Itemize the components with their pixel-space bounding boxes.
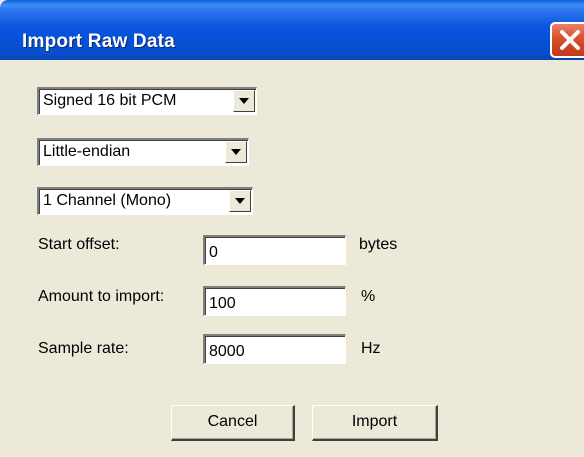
start-offset-input[interactable] [203, 235, 346, 265]
sample-rate-input[interactable] [203, 334, 346, 364]
chevron-down-icon[interactable] [229, 190, 251, 212]
amount-label: Amount to import: [38, 288, 165, 305]
chevron-down-icon[interactable] [233, 90, 255, 112]
encoding-value: Signed 16 bit PCM [43, 92, 177, 109]
close-button[interactable] [550, 22, 584, 58]
amount-unit: % [361, 288, 376, 305]
start-offset-label: Start offset: [38, 236, 120, 253]
channels-value: 1 Channel (Mono) [43, 192, 172, 209]
sample-rate-unit: Hz [361, 340, 381, 357]
import-button[interactable]: Import [312, 405, 438, 441]
window-title: Import Raw Data [22, 31, 175, 52]
byte-order-value: Little-endian [43, 143, 131, 160]
cancel-button[interactable]: Cancel [171, 405, 295, 441]
close-icon [560, 30, 580, 50]
channels-select[interactable]: 1 Channel (Mono) [37, 187, 253, 215]
amount-input[interactable] [203, 286, 346, 316]
start-offset-unit: bytes [359, 236, 398, 253]
encoding-select[interactable]: Signed 16 bit PCM [37, 87, 257, 115]
title-bar[interactable]: Import Raw Data [0, 0, 584, 60]
chevron-down-icon[interactable] [225, 141, 247, 163]
import-raw-data-dialog: Import Raw Data Signed 16 bit PCM Little… [0, 0, 584, 457]
sample-rate-label: Sample rate: [38, 340, 129, 357]
byte-order-select[interactable]: Little-endian [37, 138, 249, 166]
